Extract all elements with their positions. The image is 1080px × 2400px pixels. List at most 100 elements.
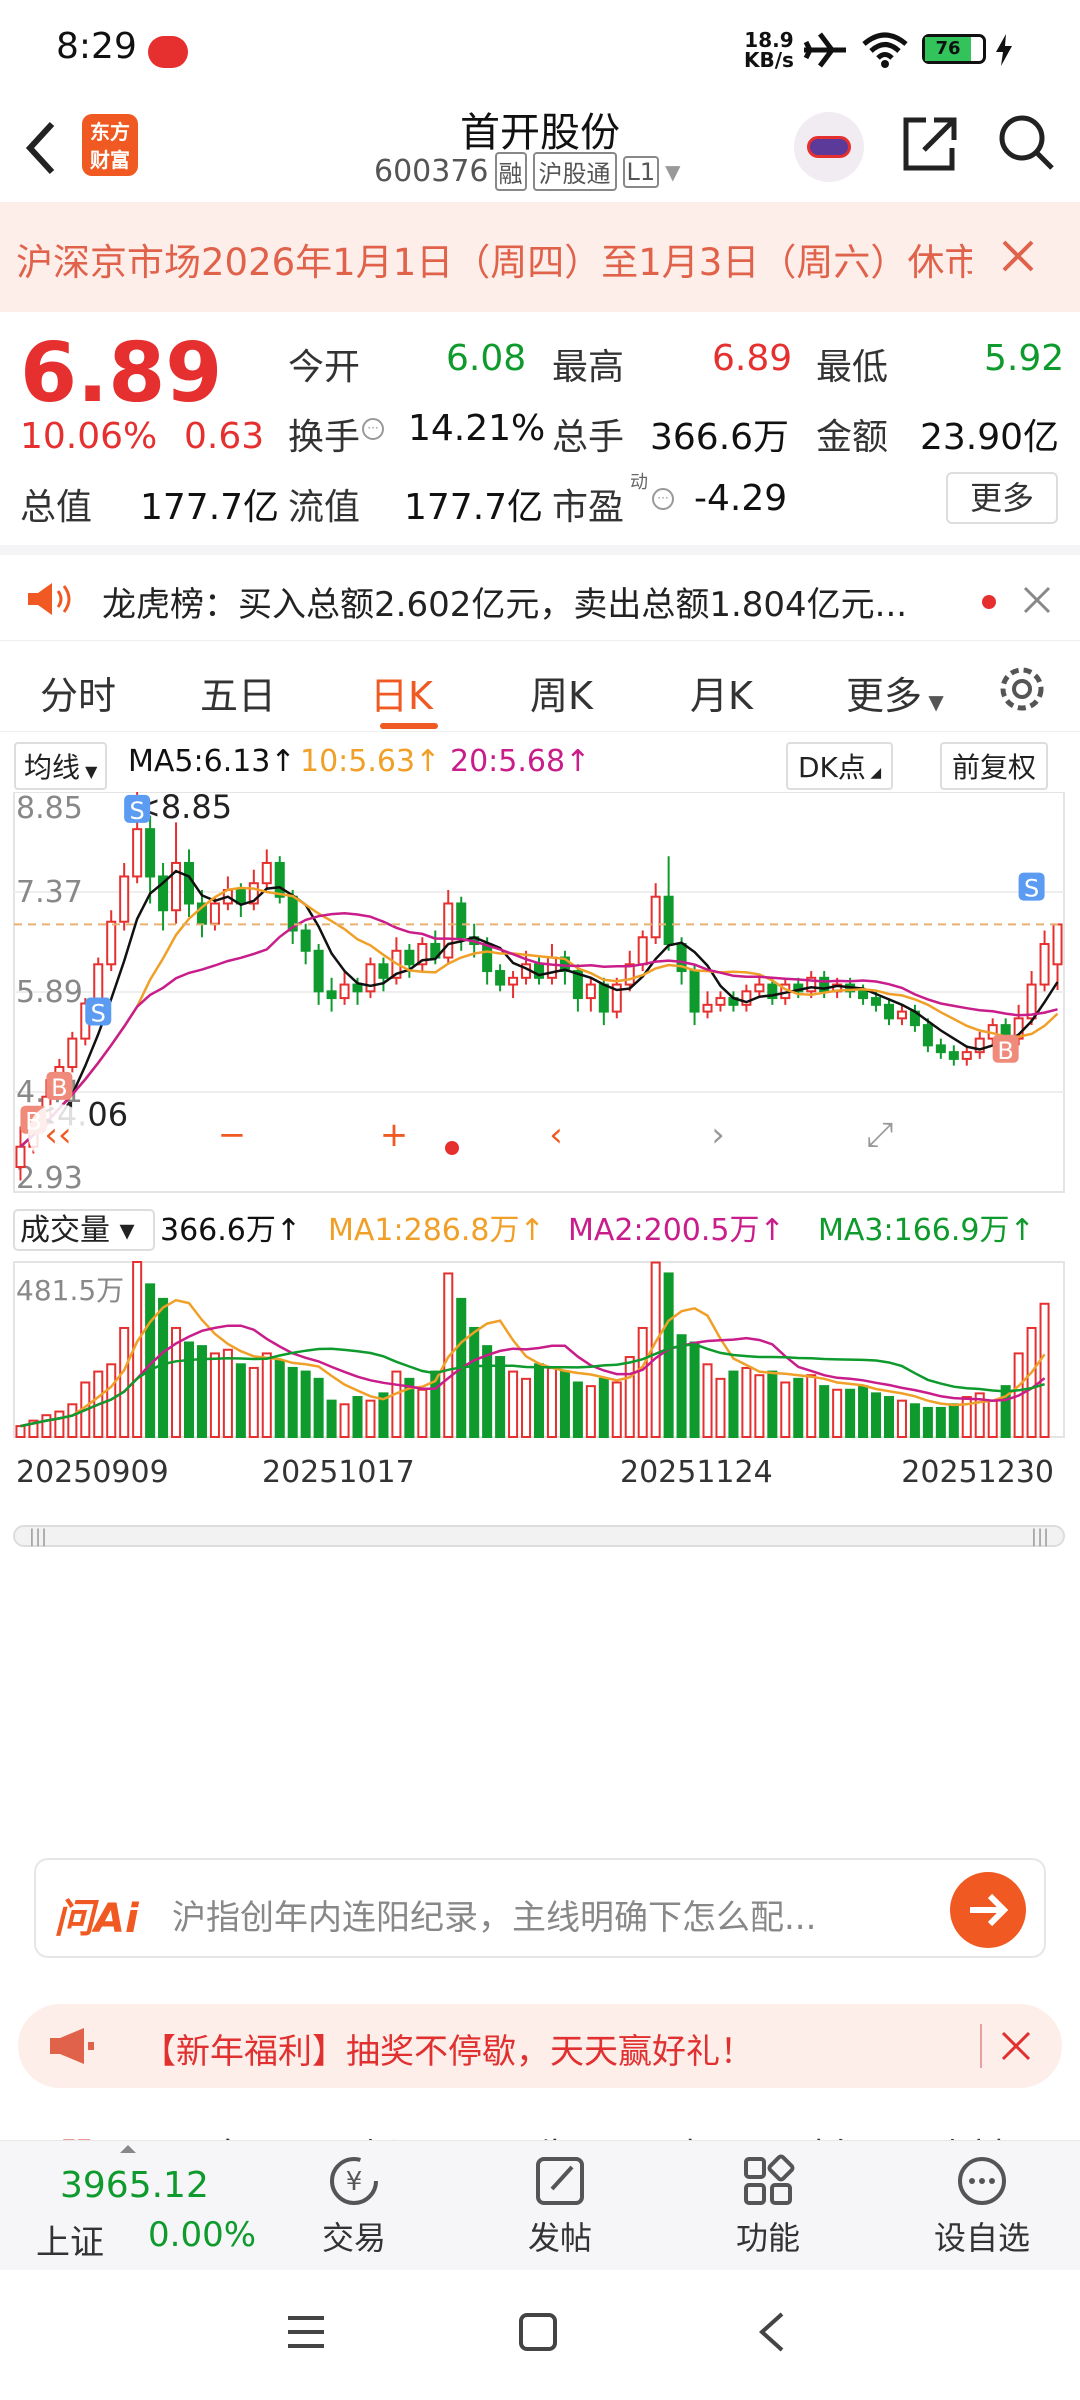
signal-tag-label: S xyxy=(91,999,106,1027)
tab-reports[interactable]: 研报 xyxy=(646,2128,718,2140)
hgt-badge: 沪股通 xyxy=(532,152,617,191)
candle-body xyxy=(598,983,609,1013)
volume-bar xyxy=(261,1352,272,1438)
candle-body xyxy=(119,875,130,923)
speaker-icon xyxy=(28,583,71,615)
volume-bar xyxy=(274,1359,285,1439)
chart-control-icon: − xyxy=(218,1115,247,1155)
volume-bar xyxy=(909,1403,920,1439)
dragon-tiger-text: 龙虎榜：买入总额2.602亿元，卖出总额1.804亿元... xyxy=(102,585,908,625)
candle-body xyxy=(326,990,337,1000)
info-icon[interactable]: ··· xyxy=(362,418,384,440)
candle-body xyxy=(15,1145,26,1169)
ai-go-button[interactable] xyxy=(950,1872,1026,1948)
tab-pankou[interactable]: 盘口 xyxy=(210,2128,282,2140)
status-bar: 8:29 18.9 KB/s 76 xyxy=(0,0,1080,100)
candle-body xyxy=(235,888,246,905)
candle-body xyxy=(313,949,324,993)
kline-chart-area[interactable]: 均线 ▼ MA5:6.13↑ 10:5.63↑ 20:5.68↑ DK点 ◢ 前… xyxy=(0,732,1080,1812)
ma-selector[interactable]: 均线 ▼ xyxy=(14,742,108,790)
volume-bar xyxy=(715,1377,726,1438)
kline-svg[interactable]: 8.857.375.894.412.93<8.85<4.06SSBBSB‹‹−+… xyxy=(0,792,1080,1812)
candle-body xyxy=(456,902,467,939)
promo-banner[interactable]: 【新年福利】抽奖不停歇，天天赢好礼！ xyxy=(18,2004,1062,2088)
home-icon[interactable] xyxy=(518,2312,558,2352)
ma20-legend: 20:5.68↑ xyxy=(450,744,591,779)
settings-gear-icon[interactable] xyxy=(996,663,1048,715)
trade-icon: ¥ xyxy=(330,2157,378,2205)
candle-body xyxy=(585,983,596,1000)
scroll-handle-right: ||| xyxy=(1031,1526,1049,1547)
arrow-right-icon xyxy=(970,1893,1009,1927)
ai-question-bar[interactable]: 问Ai 沪指创年内连阳纪录，主线明确下怎么配... xyxy=(34,1858,1046,1958)
tab-news[interactable]: 资讯 xyxy=(352,2128,424,2140)
more-button[interactable]: 更多 xyxy=(946,472,1058,524)
volume-bar xyxy=(391,1370,402,1439)
tab-guba[interactable]: 股吧 xyxy=(60,2128,132,2140)
tab-finance[interactable]: 财务 xyxy=(790,2128,862,2140)
market-cap: 177.7亿 xyxy=(140,487,280,528)
chart-control-icon: ‹ xyxy=(549,1115,563,1155)
candle-body xyxy=(67,1037,78,1069)
airplane-icon xyxy=(803,32,846,68)
info-icon[interactable]: ··· xyxy=(652,488,674,510)
market-notice[interactable]: 沪深京市场2026年1月1日（周四）至1月3日（周六）休市 xyxy=(0,202,1080,312)
candle-body xyxy=(378,963,389,979)
index-ticker[interactable]: 3965.12 上证 0.00% xyxy=(20,2141,256,2271)
candle-body xyxy=(300,929,311,952)
level-badge: L1 xyxy=(622,155,660,188)
volume-legend: 366.6万↑ xyxy=(160,1213,301,1248)
menu-icon[interactable] xyxy=(286,2314,326,2350)
ma10-legend: 10:5.63↑ xyxy=(300,744,441,779)
close-icon[interactable] xyxy=(1022,585,1052,615)
x-date-label: 20251230 xyxy=(901,1455,1054,1490)
volume-label: 总手 xyxy=(552,417,625,458)
nav-post[interactable]: 发帖 xyxy=(500,2153,620,2259)
index-change: 0.00% xyxy=(148,2215,257,2255)
tab-intraday[interactable]: 分时 xyxy=(40,665,116,720)
adjust-button[interactable]: 前复权 xyxy=(940,742,1049,790)
volume-bar xyxy=(858,1385,869,1439)
volume-selector-label: 成交量 ▾ xyxy=(20,1213,135,1248)
volume-bar xyxy=(352,1396,363,1438)
stock-code-row[interactable]: 600376 融 沪股通 L1 ▼ xyxy=(374,152,681,191)
candle-body xyxy=(365,963,376,993)
tab-daily-k[interactable]: 日K xyxy=(370,665,433,720)
index-name: 上证 xyxy=(36,2223,104,2263)
signal-tag-label: B xyxy=(51,1074,67,1102)
dk-point-button[interactable]: DK点 ◢ xyxy=(786,742,894,790)
tab-profile[interactable]: 资料 xyxy=(934,2128,1006,2140)
volume-bar xyxy=(67,1403,78,1439)
candle-body xyxy=(702,1003,713,1013)
open-label: 今开 xyxy=(288,347,361,388)
vma1-legend: MA1:286.8万↑ xyxy=(328,1213,545,1248)
back-nav-icon[interactable] xyxy=(756,2310,786,2354)
close-icon[interactable] xyxy=(1000,238,1036,274)
share-icon[interactable] xyxy=(900,112,960,174)
volume-bar xyxy=(508,1370,519,1439)
float-cap-value: 177.7亿 xyxy=(404,487,544,528)
tab-weekly-k[interactable]: 周K xyxy=(530,665,593,720)
unread-dot xyxy=(982,595,996,609)
tab-announcements[interactable]: 公告 xyxy=(500,2128,572,2140)
search-icon[interactable] xyxy=(996,112,1056,174)
ma5-legend: MA5:6.13↑ xyxy=(128,744,296,779)
tab-five-day[interactable]: 五日 xyxy=(200,665,276,720)
tab-more[interactable]: 更多 ▼ xyxy=(846,665,944,720)
signal-tag-label: S xyxy=(1024,875,1039,903)
volume-bar xyxy=(598,1377,609,1438)
assistant-avatar[interactable] xyxy=(794,112,864,182)
volume-bar xyxy=(119,1326,130,1439)
header: 东方 财富 首开股份 600376 融 沪股通 L1 ▼ xyxy=(0,100,1080,202)
candle-body xyxy=(274,861,285,898)
dragon-tiger-bar[interactable]: 龙虎榜：买入总额2.602亿元，卖出总额1.804亿元... xyxy=(0,545,1080,635)
candle-body xyxy=(495,970,506,986)
tab-monthly-k[interactable]: 月K xyxy=(690,665,753,720)
nav-add-watchlist[interactable]: 设自选 xyxy=(912,2153,1052,2259)
volume-bar xyxy=(780,1381,791,1438)
vma2-legend: MA2:200.5万↑ xyxy=(568,1213,785,1248)
nav-trade[interactable]: ¥ 交易 xyxy=(294,2153,414,2259)
nav-functions[interactable]: 功能 xyxy=(708,2153,828,2259)
volume-bar xyxy=(365,1399,376,1439)
close-icon[interactable] xyxy=(1000,2030,1032,2062)
